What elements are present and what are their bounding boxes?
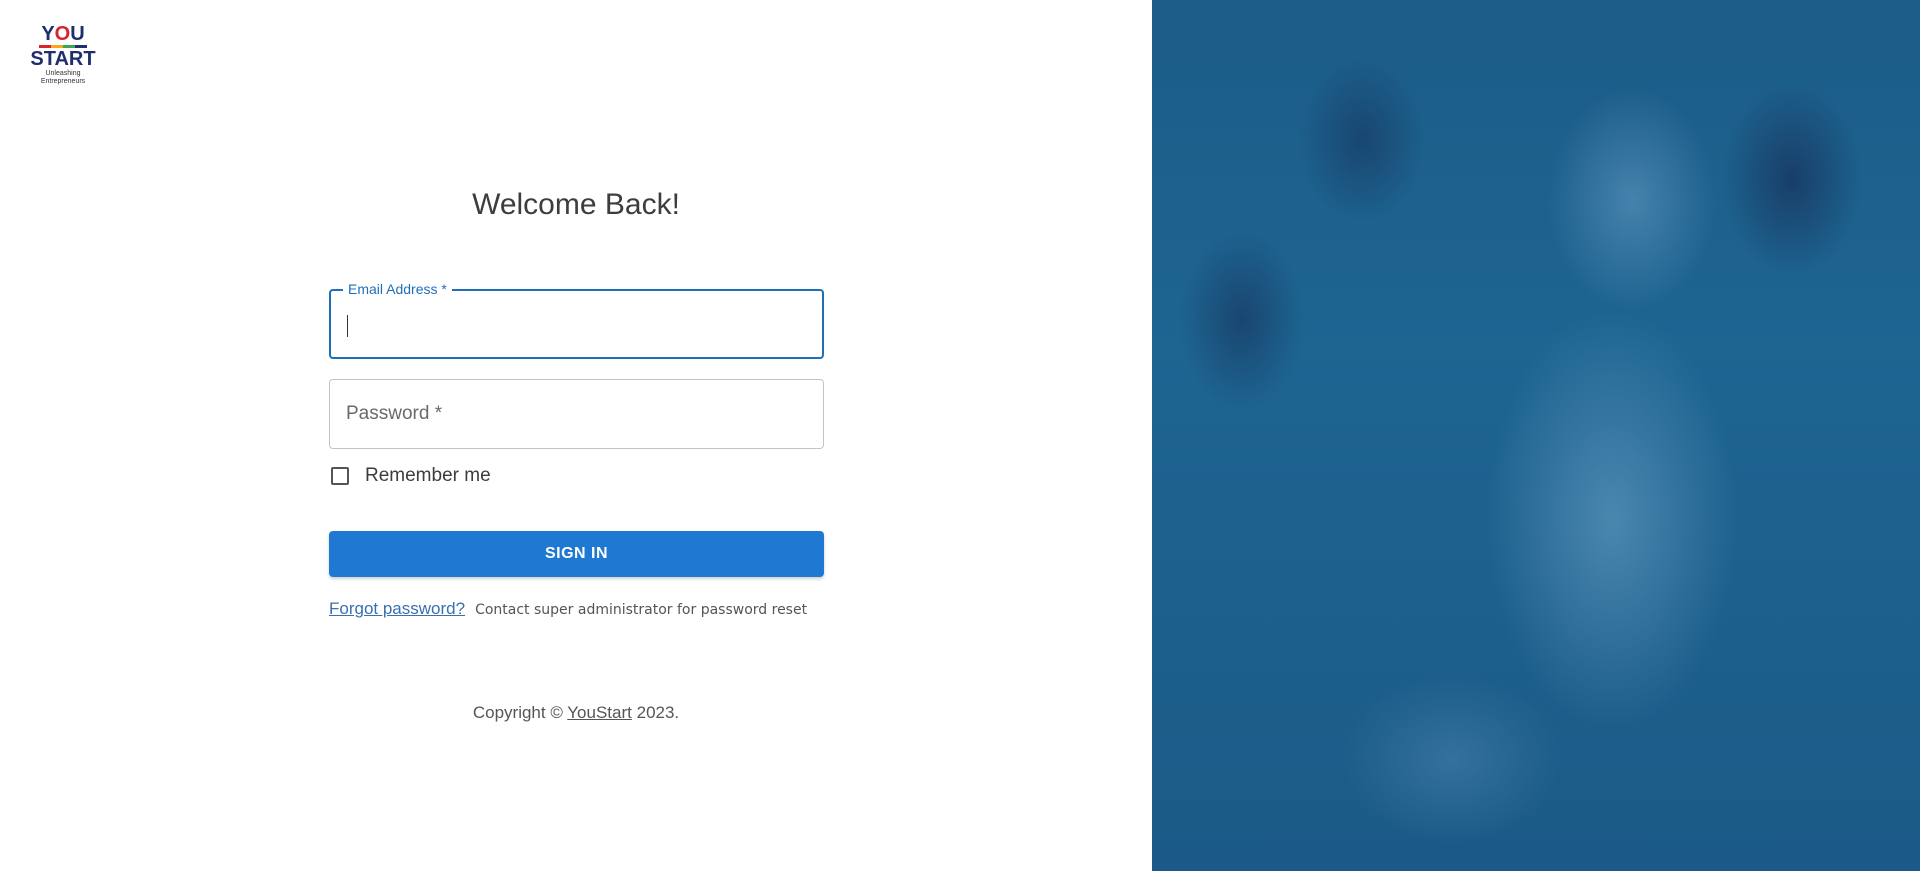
forgot-password-link[interactable]: Forgot password?: [329, 599, 465, 619]
email-field[interactable]: Email Address *: [329, 281, 824, 359]
password-field[interactable]: Password *: [329, 379, 824, 449]
remember-me-row: Remember me: [329, 461, 824, 491]
forgot-password-row: Forgot password? Contact super administr…: [329, 599, 824, 619]
hero-photo-tint: [1152, 0, 1920, 871]
login-panel: YOU START Unleashing Entrepreneurs Welco…: [0, 0, 1152, 871]
remember-me-checkbox[interactable]: [331, 467, 349, 485]
copyright-footer: Copyright © YouStart 2023.: [472, 703, 680, 722]
password-placeholder: Password *: [346, 403, 443, 424]
sign-in-button[interactable]: SIGN IN: [329, 531, 824, 577]
text-cursor: [347, 315, 348, 337]
login-form: Email Address * Password * Remember me S…: [329, 281, 824, 619]
login-page: YOU START Unleashing Entrepreneurs Welco…: [0, 0, 1920, 871]
page-title: Welcome Back!: [472, 188, 680, 221]
youstart-logo: YOU START Unleashing Entrepreneurs: [30, 23, 96, 85]
remember-me-label[interactable]: Remember me: [365, 465, 491, 487]
email-input[interactable]: [347, 291, 807, 357]
youstart-link[interactable]: YouStart: [567, 703, 632, 722]
hero-photo: [1152, 0, 1920, 871]
password-reset-note: Contact super administrator for password…: [475, 602, 808, 618]
